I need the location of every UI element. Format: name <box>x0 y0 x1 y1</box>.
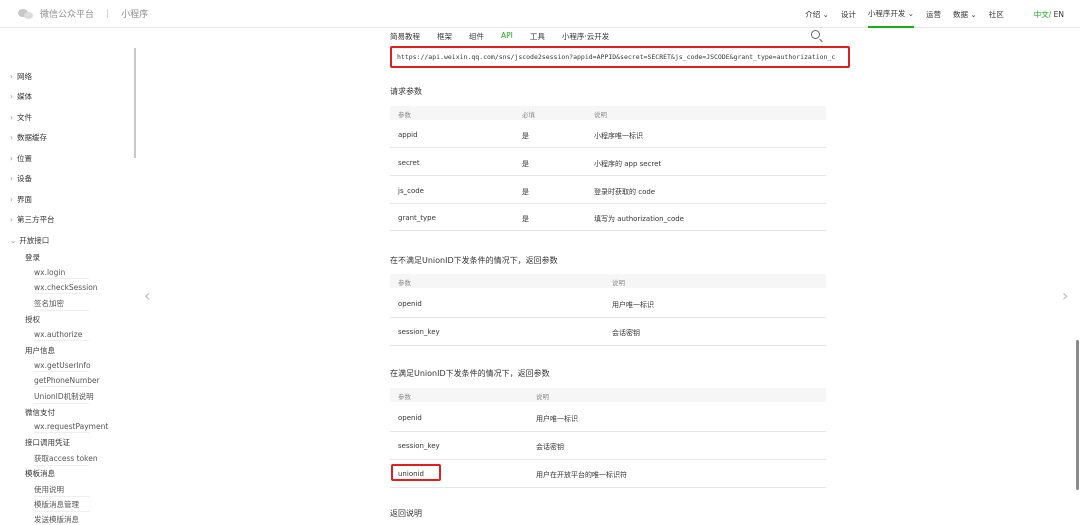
request-params-title: 请求参数 <box>390 87 422 96</box>
chevron-down-icon: ⌄ <box>820 10 829 19</box>
wechat-logo-icon <box>18 8 34 20</box>
language-switch[interactable]: 中文/ EN <box>1034 9 1064 27</box>
with-union-table-header: 参数 说明 <box>390 388 826 402</box>
table-row: openid 用户唯一标识 <box>390 404 826 432</box>
sidebar-item-template-manage[interactable]: 模版消息管理 <box>34 499 89 512</box>
sidebar-group-login[interactable]: 登录 <box>25 252 40 263</box>
sidebar-item-access-token[interactable]: 获取access token <box>34 453 98 466</box>
brand[interactable]: 微信公众平台 | 小程序 <box>18 7 148 20</box>
brand-separator: | <box>106 8 110 19</box>
sidebar-item-signature[interactable]: 签名加密 <box>34 298 89 311</box>
sidebar-group-credentials[interactable]: 接口调用凭证 <box>25 437 70 448</box>
tab-api[interactable]: API <box>501 31 513 43</box>
sidebar-group-payment[interactable]: 微信支付 <box>25 407 55 418</box>
sidebar-item-unionid[interactable]: UnionID机制说明 <box>34 391 94 404</box>
nav-community[interactable]: 社区 <box>989 9 1004 27</box>
sidebar-item-network[interactable]: 网络 <box>10 71 32 82</box>
sidebar-group-auth[interactable]: 授权 <box>25 314 40 325</box>
sidebar-item-device[interactable]: 设备 <box>10 173 32 184</box>
sidebar-item-authorize[interactable]: wx.authorize <box>34 330 90 341</box>
sidebar-item-get-user-info[interactable]: wx.getUserInfo <box>34 361 91 372</box>
site-name: 微信公众平台 <box>40 10 95 20</box>
sidebar-item-request-payment[interactable]: wx.requestPayment <box>34 422 108 433</box>
nav-data[interactable]: 数据 ⌄ <box>953 9 977 27</box>
chevron-down-icon: ⌄ <box>905 9 915 18</box>
table-row: secret 是 小程序的 app secret <box>390 149 826 176</box>
tab-components[interactable]: 组件 <box>469 31 484 43</box>
col-param: 参数 <box>398 111 411 119</box>
chevron-down-icon: ⌄ <box>968 10 977 19</box>
nav-design[interactable]: 设计 <box>841 9 856 27</box>
sidebar-item-phone-number[interactable]: getPhoneNumber <box>34 376 100 387</box>
sidebar-item-ui[interactable]: 界面 <box>10 194 32 205</box>
page-scrollbar[interactable] <box>1076 340 1079 490</box>
sidebar-item-file[interactable]: 文件 <box>10 112 32 123</box>
tab-tutorial[interactable]: 简易教程 <box>390 31 420 43</box>
tab-tools[interactable]: 工具 <box>530 31 545 43</box>
top-nav: 介绍 ⌄ 设计 小程序开发 ⌄ 运营 数据 ⌄ 社区 中文/ EN <box>805 8 1064 28</box>
next-page-arrow-icon[interactable]: › <box>1062 286 1068 305</box>
sidebar-scrollbar[interactable] <box>134 48 136 158</box>
top-bar: 微信公众平台 | 小程序 介绍 ⌄ 设计 小程序开发 ⌄ 运营 数据 ⌄ 社区 … <box>0 0 1080 28</box>
prev-page-arrow-icon[interactable]: ‹ <box>144 286 150 305</box>
tab-cloud[interactable]: 小程序·云开发 <box>562 31 609 43</box>
sidebar-item-third-party[interactable]: 第三方平台 <box>10 214 55 225</box>
table-row: js_code 是 登录时获取的 code <box>390 177 826 204</box>
nav-intro[interactable]: 介绍 ⌄ <box>805 9 829 27</box>
no-union-table-header: 参数 说明 <box>390 274 826 288</box>
sidebar-item-storage[interactable]: 数据缓存 <box>10 132 47 143</box>
table-row: session_key 会话密钥 <box>390 432 826 460</box>
sidebar-item-template-send[interactable]: 发送模版消息 <box>34 514 79 525</box>
nav-miniprogram-dev[interactable]: 小程序开发 ⌄ <box>867 8 915 28</box>
nav-operations[interactable]: 运营 <box>926 9 941 27</box>
api-url: https://api.weixin.qq.com/sns/jscode2ses… <box>390 46 850 68</box>
search-icon[interactable] <box>811 30 820 39</box>
sidebar-group-template[interactable]: 模板消息 <box>25 468 55 479</box>
col-required: 必填 <box>522 111 535 119</box>
sidebar-item-wx-login[interactable]: wx.login <box>34 268 90 279</box>
table-row: grant_type 是 填写为 authorization_code <box>390 204 826 231</box>
section-name: 小程序 <box>121 10 149 20</box>
sidebar-item-template-usage[interactable]: 使用说明 <box>34 484 89 497</box>
sidebar-item-check-session[interactable]: wx.checkSession <box>34 283 98 294</box>
table-row: unionid 用户在开放平台的唯一标识符 <box>390 460 826 488</box>
table-row: session_key 会话密钥 <box>390 318 826 346</box>
col-desc: 说明 <box>594 111 607 119</box>
sidebar-item-media[interactable]: 媒体 <box>10 91 32 102</box>
sidebar-item-open-api[interactable]: 开放接口 <box>10 235 49 246</box>
tab-framework[interactable]: 框架 <box>437 31 452 43</box>
request-table-header: 参数 必填 说明 <box>390 106 826 120</box>
unionid-highlight-box <box>391 464 441 481</box>
return-description-title: 返回说明 <box>390 509 422 518</box>
table-row: appid 是 小程序唯一标识 <box>390 121 826 148</box>
doc-subnav: 简易教程 框架 组件 API 工具 小程序·云开发 <box>390 30 830 43</box>
sidebar-item-location[interactable]: 位置 <box>10 153 32 164</box>
sidebar-group-userinfo[interactable]: 用户信息 <box>25 345 55 356</box>
with-union-title: 在满足UnionID下发条件的情况下，返回参数 <box>390 369 550 378</box>
table-row: openid 用户唯一标识 <box>390 290 826 318</box>
no-union-title: 在不满足UnionID下发条件的情况下，返回参数 <box>390 256 558 265</box>
